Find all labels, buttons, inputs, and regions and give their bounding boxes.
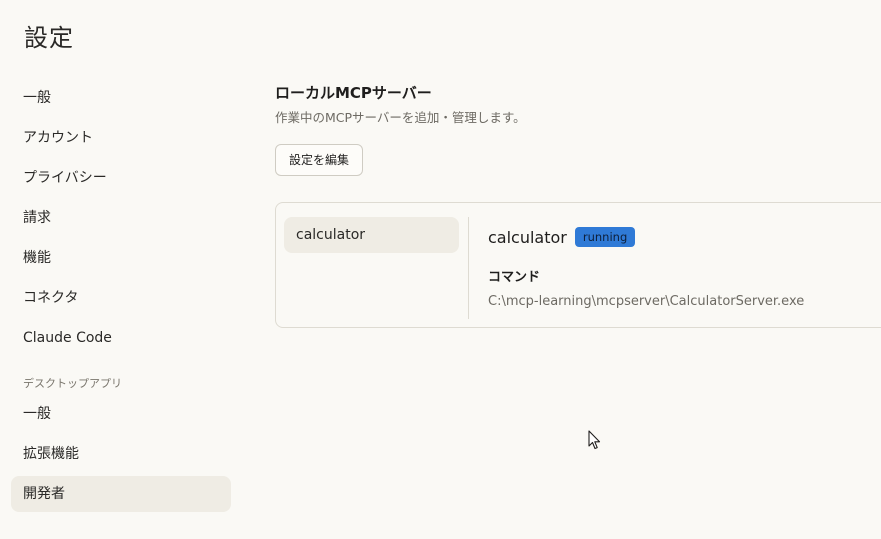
- sidebar-item-privacy[interactable]: プライバシー: [11, 160, 231, 196]
- settings-sidebar: 一般 アカウント プライバシー 請求 機能 コネクタ Claude Code デ…: [11, 80, 231, 516]
- sidebar-item-features[interactable]: 機能: [11, 240, 231, 276]
- sidebar-item-developer[interactable]: 開発者: [11, 476, 231, 512]
- mouse-pointer-icon: [588, 430, 601, 450]
- status-badge: running: [574, 227, 636, 247]
- sidebar-item-general[interactable]: 一般: [11, 80, 231, 116]
- section-title: ローカルMCPサーバー: [275, 84, 432, 102]
- edit-config-button[interactable]: 設定を編集: [275, 144, 364, 176]
- section-description: 作業中のMCPサーバーを追加・管理します。: [275, 110, 526, 125]
- sidebar-item-desktop-general[interactable]: 一般: [11, 396, 231, 432]
- sidebar-item-connectors[interactable]: コネクタ: [11, 280, 231, 316]
- server-detail-header: calculator running: [488, 225, 804, 249]
- server-list: calculator: [284, 217, 459, 253]
- main-content: ローカルMCPサーバー 作業中のMCPサーバーを追加・管理します。 設定を編集 …: [275, 82, 881, 328]
- server-name: calculator: [488, 227, 567, 247]
- sidebar-section-desktop-app: デスクトップアプリ: [23, 377, 122, 390]
- sidebar-item-extensions[interactable]: 拡張機能: [11, 436, 231, 472]
- sidebar-item-claude-code[interactable]: Claude Code: [11, 320, 231, 356]
- command-value: C:\mcp-learning\mcpserver\CalculatorServ…: [488, 294, 805, 309]
- page-title: 設定: [24, 24, 74, 52]
- mcp-server-panel: calculator calculator running コマンド C:\mc…: [275, 202, 881, 328]
- server-list-item[interactable]: calculator: [284, 217, 459, 253]
- sidebar-item-billing[interactable]: 請求: [11, 200, 231, 236]
- command-label: コマンド: [488, 270, 541, 285]
- sidebar-item-account[interactable]: アカウント: [11, 120, 231, 156]
- server-detail: calculator running コマンド C:\mcp-learning\…: [488, 225, 804, 311]
- panel-divider: [468, 217, 469, 319]
